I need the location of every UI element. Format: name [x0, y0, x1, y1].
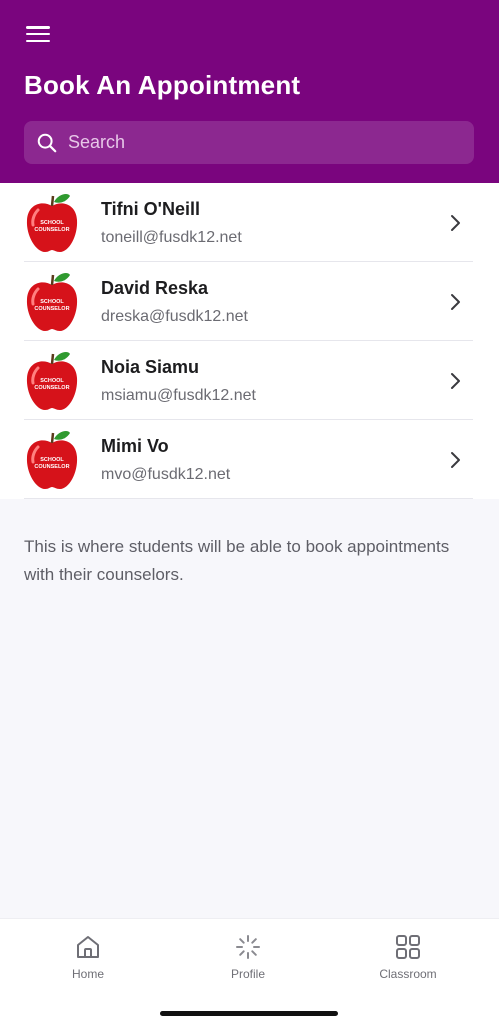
- counselor-info: David Reska dreska@fusdk12.net: [101, 278, 248, 326]
- chevron-right-icon: [451, 214, 460, 231]
- counselor-row[interactable]: SCHOOL COUNSELOR David Reska dreska@fusd…: [0, 262, 499, 341]
- apple-avatar-icon: SCHOOL COUNSELOR: [26, 430, 78, 489]
- counselor-row[interactable]: SCHOOL COUNSELOR Mimi Vo mvo@fusdk12.net: [0, 420, 499, 499]
- bottom-nav: Home Profile Classroom: [0, 918, 499, 1027]
- search-input[interactable]: [68, 132, 448, 153]
- counselor-email: msiamu@fusdk12.net: [101, 386, 256, 404]
- counselor-name: Noia Siamu: [101, 356, 200, 377]
- counselor-row[interactable]: SCHOOL COUNSELOR Tifni O'Neill toneill@f…: [0, 183, 499, 262]
- avatar-label: COUNSELOR: [34, 464, 69, 470]
- avatar-label: COUNSELOR: [34, 227, 69, 233]
- avatar-label: COUNSELOR: [34, 385, 69, 391]
- counselor-email: dreska@fusdk12.net: [101, 307, 248, 325]
- chevron-right-icon: [451, 293, 460, 310]
- chevron-right-icon: [451, 451, 460, 468]
- avatar-label: SCHOOL: [40, 457, 64, 463]
- counselor-email: toneill@fusdk12.net: [101, 228, 242, 246]
- screen: Book An Appointment SCHOOL COUNSELOR Tif…: [0, 0, 499, 1027]
- nav-item-classroom[interactable]: Classroom: [358, 933, 458, 981]
- loading-spinner-icon: [236, 935, 260, 959]
- avatar-label: SCHOOL: [40, 220, 64, 226]
- counselor-info: Tifni O'Neill toneill@fusdk12.net: [101, 199, 242, 247]
- grid-icon: [396, 935, 420, 959]
- hamburger-menu-icon[interactable]: [22, 22, 54, 46]
- counselor-row[interactable]: SCHOOL COUNSELOR Noia Siamu msiamu@fusdk…: [0, 341, 499, 420]
- counselor-list: SCHOOL COUNSELOR Tifni O'Neill toneill@f…: [0, 183, 499, 499]
- search-bar[interactable]: [24, 121, 474, 164]
- nav-label: Profile: [230, 967, 265, 981]
- divider: [24, 498, 473, 499]
- page-title: Book An Appointment: [24, 70, 301, 100]
- apple-avatar-icon: SCHOOL COUNSELOR: [26, 351, 78, 410]
- nav-label: Home: [71, 967, 104, 981]
- counselor-name: David Reska: [101, 277, 209, 298]
- counselor-info: Mimi Vo mvo@fusdk12.net: [101, 436, 230, 484]
- home-indicator[interactable]: [160, 1011, 338, 1016]
- apple-avatar-icon: SCHOOL COUNSELOR: [26, 272, 78, 331]
- avatar-label: SCHOOL: [40, 299, 64, 305]
- description-text: This is where students will be able to b…: [24, 537, 450, 584]
- search-icon: [37, 133, 57, 152]
- counselor-info: Noia Siamu msiamu@fusdk12.net: [101, 357, 256, 405]
- app-header: Book An Appointment: [0, 0, 499, 183]
- nav-item-profile[interactable]: Profile: [198, 933, 298, 981]
- nav-label: Classroom: [379, 967, 437, 981]
- chevron-right-icon: [451, 372, 460, 389]
- apple-avatar-icon: SCHOOL COUNSELOR: [26, 193, 78, 252]
- counselor-name: Tifni O'Neill: [101, 198, 200, 219]
- counselor-email: mvo@fusdk12.net: [101, 465, 231, 483]
- avatar-label: COUNSELOR: [34, 306, 69, 312]
- avatar-label: SCHOOL: [40, 378, 64, 384]
- nav-item-home[interactable]: Home: [38, 933, 138, 981]
- home-icon: [77, 936, 99, 958]
- counselor-name: Mimi Vo: [101, 435, 169, 456]
